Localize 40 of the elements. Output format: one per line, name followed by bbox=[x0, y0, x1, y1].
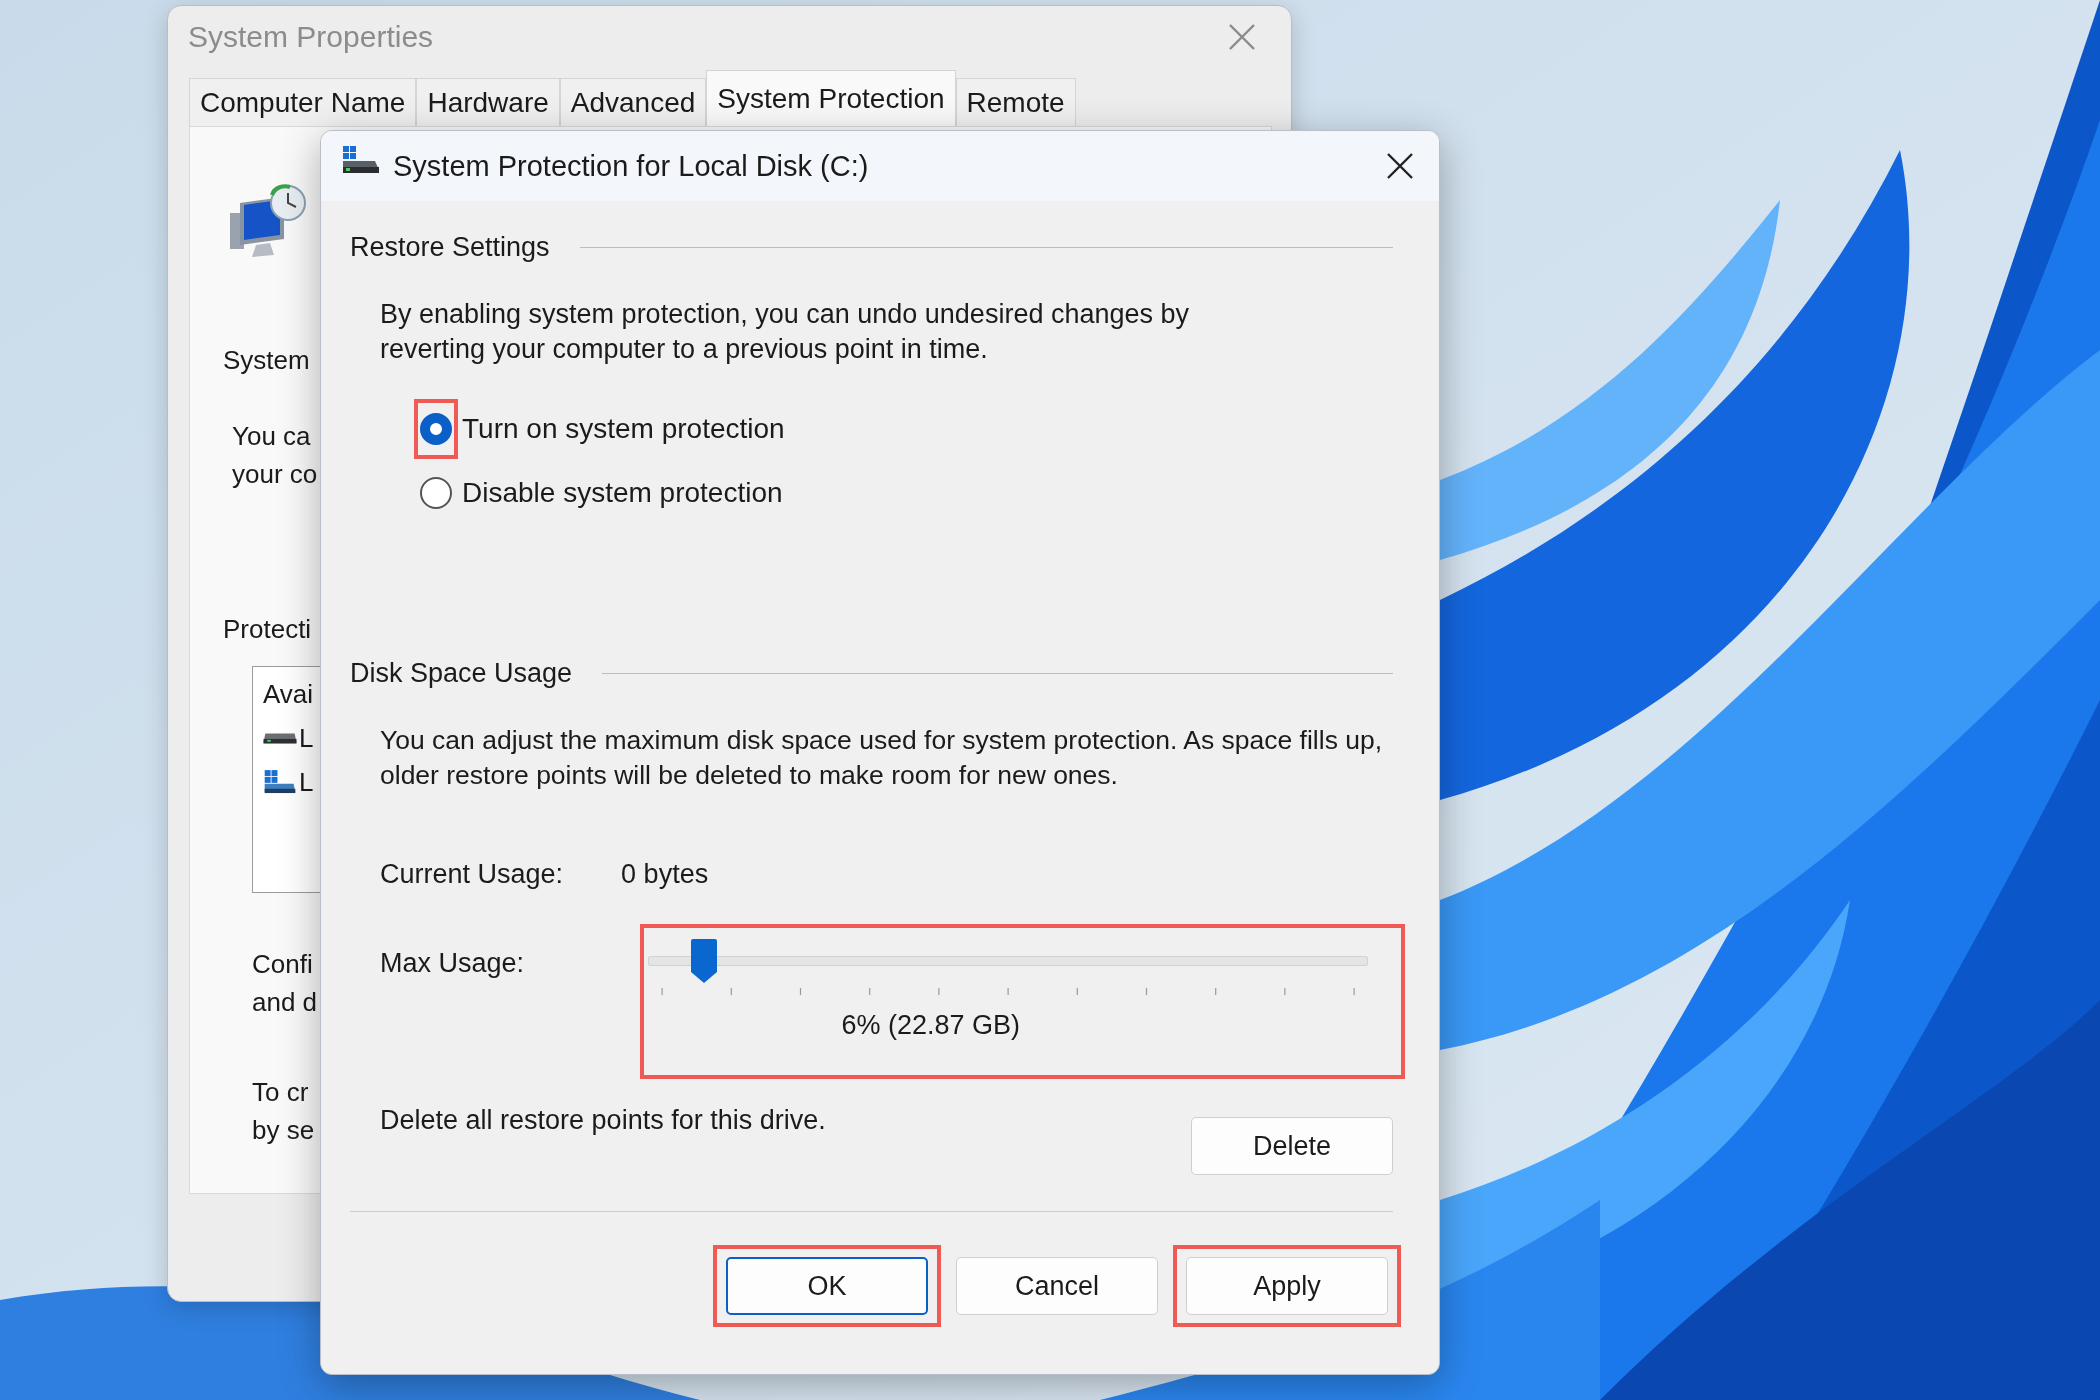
tab[interactable]: Remote bbox=[955, 78, 1076, 126]
group-heading: Disk Space Usage bbox=[350, 657, 573, 689]
slider-thumb[interactable] bbox=[690, 938, 718, 984]
field-value: 0 bytes bbox=[621, 858, 709, 890]
delete-button[interactable]: Delete bbox=[1191, 1117, 1393, 1175]
window-title: System Properties bbox=[188, 20, 435, 54]
group-heading: Restore Settings bbox=[350, 231, 550, 263]
tab[interactable]: Computer Name bbox=[189, 78, 417, 126]
close-icon[interactable] bbox=[1385, 151, 1415, 181]
dialog-title: System Protection for Local Disk (C:) bbox=[393, 149, 870, 183]
radio-label[interactable]: Turn on system protection bbox=[462, 413, 785, 445]
tab[interactable]: Advanced bbox=[559, 78, 707, 126]
description-text: your co bbox=[232, 458, 318, 491]
description-text: Confi bbox=[252, 948, 314, 981]
field-label: Current Usage: bbox=[380, 858, 564, 890]
description-text: To cr bbox=[252, 1076, 310, 1109]
description-text: You can adjust the maximum disk space used for system protection. As space fills up, older restore points will be deleted to make room for new ones. bbox=[380, 724, 1384, 792]
slider-value: 6% (22.87 GB) bbox=[841, 1010, 1022, 1041]
description-text: You ca bbox=[232, 420, 312, 453]
description-text: by se bbox=[252, 1114, 315, 1147]
system-drive-icon bbox=[263, 770, 297, 794]
cancel-button[interactable]: Cancel bbox=[956, 1257, 1158, 1315]
tab[interactable]: System Protection bbox=[706, 70, 956, 126]
section-label: Protecti bbox=[223, 613, 312, 646]
description-text: Delete all restore points for this drive. bbox=[380, 1105, 826, 1136]
ok-button[interactable]: OK bbox=[726, 1257, 928, 1315]
radio-button[interactable] bbox=[420, 477, 452, 509]
drive-label: L bbox=[299, 722, 314, 755]
description-text: and d bbox=[252, 986, 318, 1019]
tab[interactable]: Hardware bbox=[416, 78, 560, 126]
radio-button[interactable] bbox=[420, 413, 452, 445]
drive-icon bbox=[263, 732, 297, 744]
field-label: Max Usage: bbox=[380, 948, 526, 979]
radio-label[interactable]: Disable system protection bbox=[462, 477, 783, 509]
slider[interactable] bbox=[648, 938, 1369, 984]
drive-label: L bbox=[299, 766, 314, 799]
description-text: By enabling system protection, you can undo undesired changes by reverting your computer to a previous point in time. bbox=[380, 298, 1190, 366]
apply-button[interactable]: Apply bbox=[1186, 1257, 1388, 1315]
section-heading: System bbox=[223, 344, 310, 377]
system-drive-icon bbox=[341, 146, 381, 174]
